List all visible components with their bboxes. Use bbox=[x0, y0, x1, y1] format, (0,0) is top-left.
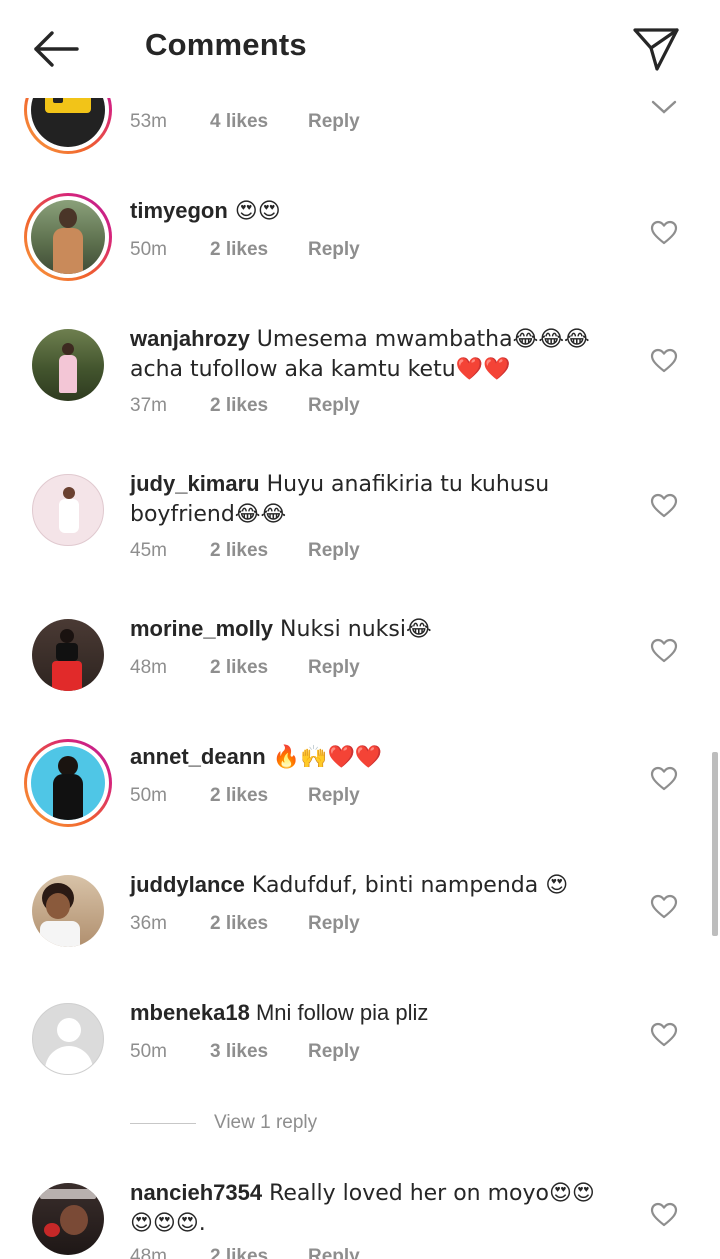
comment-username[interactable]: juddylance bbox=[130, 872, 245, 897]
reply-button[interactable]: Reply bbox=[308, 1246, 360, 1259]
comment-body: 😍😍 bbox=[227, 199, 281, 224]
heart-outline-icon[interactable] bbox=[650, 348, 678, 374]
comment-body: 🔥🙌❤️❤️ bbox=[265, 745, 383, 770]
avatar-story-ring[interactable] bbox=[24, 739, 112, 827]
comment-likes[interactable]: 2 likes bbox=[210, 1246, 308, 1259]
avatar[interactable] bbox=[32, 474, 104, 546]
comment-time: 50m bbox=[130, 785, 167, 806]
comment-body: Nuksi nuksi😂 bbox=[273, 617, 432, 642]
comment-username[interactable]: morine_molly bbox=[130, 616, 273, 641]
heart-outline-icon[interactable] bbox=[650, 894, 678, 920]
comment-time: 50m bbox=[130, 239, 167, 260]
comment-body: Kadufduf, binti nampenda 😍 bbox=[244, 873, 569, 898]
comment-meta: 36m 2 likes Reply bbox=[130, 913, 360, 935]
avatar[interactable] bbox=[32, 875, 104, 947]
avatar bbox=[31, 746, 105, 820]
arrow-left-icon bbox=[34, 31, 79, 67]
comment-meta: 37m 2 likes Reply bbox=[130, 395, 360, 417]
comment-body: Mni follow pia pliz bbox=[249, 1000, 429, 1025]
comment-username[interactable]: annet_deann bbox=[130, 744, 266, 769]
comment-text: annet_deann 🔥🙌❤️❤️ bbox=[130, 742, 600, 772]
comment-likes[interactable]: 2 likes bbox=[210, 657, 308, 679]
heart-outline-icon[interactable] bbox=[650, 1022, 678, 1048]
comment-time: 53m bbox=[130, 111, 167, 132]
comment-time: 37m bbox=[130, 395, 167, 416]
header-bar: Comments bbox=[0, 0, 720, 98]
comment-meta: 50m 2 likes Reply bbox=[130, 239, 360, 261]
comment-meta: 53m 4 likes Reply bbox=[130, 111, 360, 133]
avatar bbox=[31, 200, 105, 274]
comment-time: 48m bbox=[130, 657, 167, 678]
avatar[interactable] bbox=[32, 329, 104, 401]
heart-outline-icon[interactable] bbox=[650, 493, 678, 519]
comment-username[interactable]: mbeneka18 bbox=[130, 1000, 250, 1025]
comment-time: 50m bbox=[130, 1041, 167, 1062]
heart-outline-icon[interactable] bbox=[650, 766, 678, 792]
comment-text: juddylance Kadufduf, binti nampenda 😍 bbox=[130, 870, 600, 900]
reply-button[interactable]: Reply bbox=[308, 657, 360, 679]
comment-time: 36m bbox=[130, 913, 167, 934]
comment-likes[interactable]: 4 likes bbox=[210, 111, 308, 133]
reply-button[interactable]: Reply bbox=[308, 785, 360, 807]
comment-likes[interactable]: 2 likes bbox=[210, 540, 308, 562]
avatar[interactable] bbox=[32, 619, 104, 691]
reply-button[interactable]: Reply bbox=[308, 540, 360, 562]
paper-plane-icon bbox=[633, 28, 679, 71]
scrollbar-thumb[interactable] bbox=[712, 752, 718, 936]
comment-text: timyegon 😍😍 bbox=[130, 196, 600, 226]
comment-username[interactable]: judy_kimaru bbox=[130, 471, 260, 496]
reply-button[interactable]: Reply bbox=[308, 1041, 360, 1063]
heart-outline-icon[interactable] bbox=[650, 220, 678, 246]
comment-likes[interactable]: 2 likes bbox=[210, 913, 308, 935]
reply-button[interactable]: Reply bbox=[308, 111, 360, 133]
comment-likes[interactable]: 3 likes bbox=[210, 1041, 308, 1063]
comment-meta: 50m 2 likes Reply bbox=[130, 785, 360, 807]
comment-likes[interactable]: 2 likes bbox=[210, 785, 308, 807]
comment-meta: 45m 2 likes Reply bbox=[130, 540, 360, 562]
avatar[interactable] bbox=[32, 1183, 104, 1255]
reply-button[interactable]: Reply bbox=[308, 395, 360, 417]
avatar-story-ring[interactable] bbox=[24, 193, 112, 281]
comment-text: judy_kimaru Huyu anafikiria tu kuhusu bo… bbox=[130, 469, 600, 529]
page-title: Comments bbox=[145, 27, 307, 62]
reply-button[interactable]: Reply bbox=[308, 913, 360, 935]
comment-time: 48m bbox=[130, 1246, 167, 1259]
comment-text: nancieh7354 Really loved her on moyo😍😍 😍… bbox=[130, 1178, 600, 1238]
heart-outline-icon[interactable] bbox=[650, 1202, 678, 1228]
heart-outline-icon[interactable] bbox=[650, 638, 678, 664]
comment-text: wanjahrozy Umesema mwambatha😂😂😂 acha tuf… bbox=[130, 324, 600, 384]
comments-list[interactable]: 53m 4 likes Reply timyegon 😍😍 50m 2 like… bbox=[0, 0, 720, 1259]
comment-text: morine_molly Nuksi nuksi😂 bbox=[130, 614, 600, 644]
comment-username[interactable]: nancieh7354 bbox=[130, 1180, 262, 1205]
comment-meta: 48m 2 likes Reply bbox=[130, 1246, 360, 1259]
share-button[interactable] bbox=[630, 24, 682, 74]
reply-button[interactable]: Reply bbox=[308, 239, 360, 261]
comment-time: 45m bbox=[130, 540, 167, 561]
comment-likes[interactable]: 2 likes bbox=[210, 395, 308, 417]
comment-username[interactable]: wanjahrozy bbox=[130, 326, 250, 351]
comment-meta: 48m 2 likes Reply bbox=[130, 657, 360, 679]
comment-meta: 50m 3 likes Reply bbox=[130, 1041, 360, 1063]
view-replies-button[interactable]: View 1 reply bbox=[130, 1112, 317, 1134]
divider bbox=[130, 1122, 196, 1124]
comment-username[interactable]: timyegon bbox=[130, 198, 228, 223]
comment-text: mbeneka18 Mni follow pia pliz bbox=[130, 998, 600, 1027]
view-replies-label: View 1 reply bbox=[214, 1112, 318, 1133]
default-avatar-icon[interactable] bbox=[32, 1003, 104, 1075]
back-button[interactable] bbox=[30, 26, 82, 72]
comment-likes[interactable]: 2 likes bbox=[210, 239, 308, 261]
